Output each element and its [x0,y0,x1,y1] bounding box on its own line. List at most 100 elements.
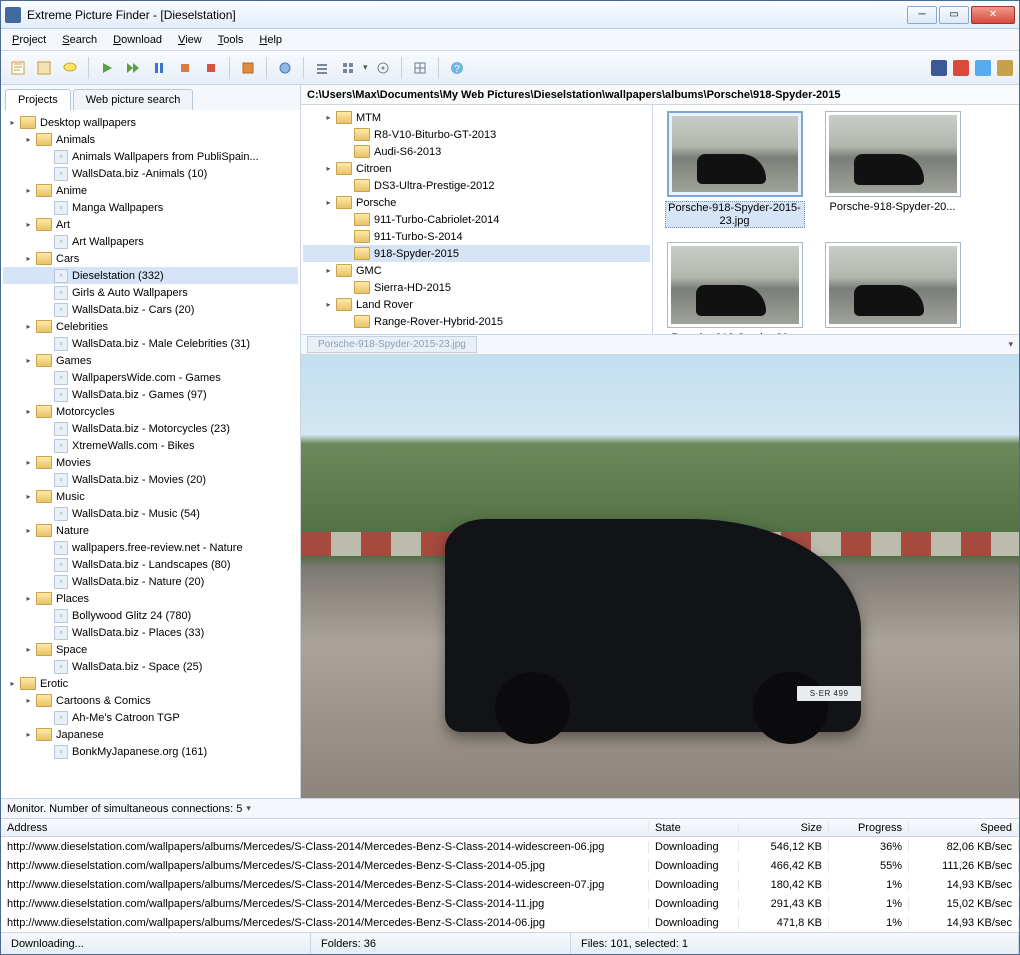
expander-icon[interactable]: ▸ [23,134,34,145]
col-progress[interactable]: Progress [829,822,909,834]
tree-node[interactable]: ▫XtremeWalls.com - Bikes [3,437,298,454]
tree-node[interactable]: ▸GMC [303,262,650,279]
expander-icon[interactable]: ▸ [323,265,334,276]
tree-node[interactable]: ▫Manga Wallpapers [3,199,298,216]
tree-node[interactable]: ▫WallpapersWide.com - Games [3,369,298,386]
tree-node[interactable]: ▫Girls & Auto Wallpapers [3,284,298,301]
expander-icon[interactable]: ▸ [23,253,34,264]
close-button[interactable]: ✕ [971,6,1015,24]
chevron-down-icon[interactable]: ▾ [1008,339,1013,350]
project-tree[interactable]: ▸Desktop wallpapers▸Animals▫Animals Wall… [1,110,300,798]
target-icon[interactable] [372,57,394,79]
thumbnail-image[interactable] [667,111,803,197]
tree-node[interactable]: ▫WallsData.biz - Places (33) [3,624,298,641]
monitor-header[interactable]: Monitor. Number of simultaneous connecti… [1,798,1019,818]
tree-node[interactable]: DS3-Ultra-Prestige-2012 [303,177,650,194]
download-row[interactable]: http://www.dieselstation.com/wallpapers/… [1,837,1019,856]
thumbnail[interactable] [821,242,965,334]
download-row[interactable]: http://www.dieselstation.com/wallpapers/… [1,856,1019,875]
expander-icon[interactable]: ▸ [23,695,34,706]
download-grid[interactable]: http://www.dieselstation.com/wallpapers/… [1,837,1019,932]
col-state[interactable]: State [649,822,739,834]
facebook-icon[interactable] [931,60,947,76]
tree-node[interactable]: ▫WallsData.biz - Space (25) [3,658,298,675]
save-icon[interactable] [237,57,259,79]
tree-node[interactable]: ▫WallsData.biz - Male Celebrities (31) [3,335,298,352]
expander-icon[interactable]: ▸ [323,163,334,174]
minimize-button[interactable]: ─ [907,6,937,24]
tree-node[interactable]: ▸Music [3,488,298,505]
tree-node[interactable]: ▸Cartoons & Comics [3,692,298,709]
tree-node[interactable]: ▫WallsData.biz -Animals (10) [3,165,298,182]
tree-node[interactable]: ▸Motorcycles [3,403,298,420]
expander-icon[interactable]: ▸ [23,525,34,536]
misc-icon[interactable] [997,60,1013,76]
expander-icon[interactable]: ▸ [23,644,34,655]
download-row[interactable]: http://www.dieselstation.com/wallpapers/… [1,894,1019,913]
expander-icon[interactable]: ▸ [7,117,18,128]
tree-node[interactable]: ▫WallsData.biz - Movies (20) [3,471,298,488]
thumbnails-icon[interactable] [337,57,359,79]
download-row[interactable]: http://www.dieselstation.com/wallpapers/… [1,913,1019,932]
tree-node[interactable]: ▫Dieselstation (332) [3,267,298,284]
tree-node[interactable]: ▸Animals [3,131,298,148]
tree-node[interactable]: ▸Japanese [3,726,298,743]
folder-tree[interactable]: ▸MTMR8-V10-Biturbo-GT-2013Audi-S6-2013▸C… [301,105,653,334]
tree-node[interactable]: Sierra-HD-2015 [303,279,650,296]
expander-icon[interactable]: ▸ [323,112,334,123]
thumbnail[interactable]: Porsche-918-Spyder-20... [663,242,807,334]
download-row[interactable]: http://www.dieselstation.com/wallpapers/… [1,875,1019,894]
tree-node[interactable]: ▫WallsData.biz - Games (97) [3,386,298,403]
tree-node[interactable]: ▸MTM [303,109,650,126]
col-speed[interactable]: Speed [909,822,1019,834]
expander-icon[interactable]: ▸ [23,219,34,230]
tree-node[interactable]: ▫WallsData.biz - Music (54) [3,505,298,522]
thumbnail-image[interactable] [667,242,803,328]
tree-node[interactable]: ▸Art [3,216,298,233]
globe-icon[interactable] [274,57,296,79]
tree-node[interactable]: Range-Rover-Hybrid-2015 [303,313,650,330]
tree-node[interactable]: ▸Erotic [3,675,298,692]
stop-all-icon[interactable] [200,57,222,79]
tree-node[interactable]: ▸Celebrities [3,318,298,335]
thumbnail[interactable]: Porsche-918-Spyder-2015-23.jpg [663,111,807,228]
menu-search[interactable]: Search [55,32,104,48]
expander-icon[interactable]: ▸ [7,678,18,689]
thumbnail-image[interactable] [825,242,961,328]
tree-node[interactable]: ▸Citroen [303,160,650,177]
twitter-icon[interactable] [975,60,991,76]
tree-node[interactable]: ▸Anime [3,182,298,199]
help-icon[interactable]: ? [446,57,468,79]
tab-web-search[interactable]: Web picture search [73,89,194,110]
col-size[interactable]: Size [739,822,829,834]
tree-node[interactable]: R8-V10-Biturbo-GT-2013 [303,126,650,143]
tree-node[interactable]: ▸Movies [3,454,298,471]
expander-icon[interactable]: ▸ [23,185,34,196]
thumbnail[interactable]: Porsche-918-Spyder-20... [821,111,965,228]
tree-node[interactable]: ▫WallsData.biz - Cars (20) [3,301,298,318]
tree-node[interactable]: 911-Turbo-S-2014 [303,228,650,245]
thumbnail-image[interactable] [825,111,961,197]
new-project-icon[interactable] [7,57,29,79]
expander-icon[interactable]: ▸ [23,321,34,332]
expander-icon[interactable]: ▸ [23,355,34,366]
tree-node[interactable]: 911-Turbo-Cabriolet-2014 [303,211,650,228]
thumbnail-pane[interactable]: Porsche-918-Spyder-2015-23.jpgPorsche-91… [653,105,1020,334]
tree-node[interactable]: ▸Porsche [303,194,650,211]
tree-node[interactable]: ▸Desktop wallpapers [3,114,298,131]
list-icon[interactable] [311,57,333,79]
properties-icon[interactable] [33,57,55,79]
expander-icon[interactable]: ▸ [23,457,34,468]
expander-icon[interactable]: ▸ [23,593,34,604]
tree-node[interactable]: ▫BonkMyJapanese.org (161) [3,743,298,760]
tree-node[interactable]: ▸Space [3,641,298,658]
menu-view[interactable]: View [171,32,209,48]
expander-icon[interactable]: ▸ [23,406,34,417]
grid-icon[interactable] [409,57,431,79]
menu-tools[interactable]: Tools [211,32,251,48]
tree-node[interactable]: ▸Nature [3,522,298,539]
tab-projects[interactable]: Projects [5,89,71,110]
tree-node[interactable]: ▸Places [3,590,298,607]
tree-node[interactable]: Audi-S6-2013 [303,143,650,160]
tree-node[interactable]: ▫wallpapers.free-review.net - Nature [3,539,298,556]
